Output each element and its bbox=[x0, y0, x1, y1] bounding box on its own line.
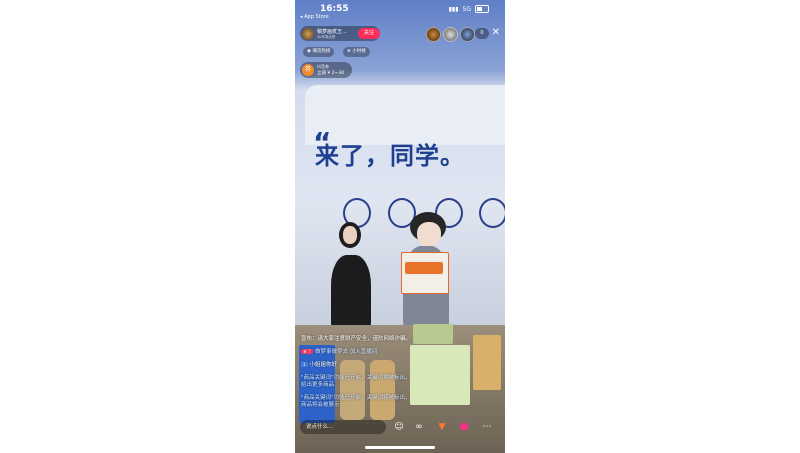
bottom-toolbar: 说点什么… ☺ ∞ ▼ ■ ⋯ bbox=[295, 418, 505, 436]
viewer-avatar[interactable] bbox=[443, 27, 458, 42]
gift-icon[interactable]: ■ bbox=[457, 420, 471, 434]
viewer-avatar[interactable] bbox=[460, 27, 475, 42]
status-bar: 16:55 ◂ App Store ▮▮▮ 5G bbox=[295, 0, 505, 22]
follow-button[interactable]: 关注 bbox=[358, 28, 380, 39]
chat-message: "商品关键词"功能已开启，关键词将被标出， bbox=[301, 375, 411, 381]
top-viewers[interactable] bbox=[426, 27, 475, 42]
close-icon[interactable]: ✕ bbox=[492, 27, 500, 38]
coupon-widget[interactable]: 券 抖音券 立减 ¥ 2~30 bbox=[300, 62, 352, 78]
cart-icon[interactable]: ▼ bbox=[435, 420, 449, 434]
user-badge: 1 bbox=[301, 362, 308, 367]
network-label: 5G bbox=[462, 5, 471, 13]
viewer-avatar[interactable] bbox=[426, 27, 441, 42]
live-stream-screen: “ 来了，同学。 16:55 ◂ App Store ▮▮▮ 5G 稿梦画贰王…… bbox=[295, 0, 505, 453]
host-info-bar[interactable]: 稿梦画贰王… 4k本场点赞 关注 bbox=[300, 26, 380, 41]
product-bag bbox=[410, 345, 470, 405]
emoji-icon[interactable]: ☺ bbox=[392, 420, 406, 434]
chat-message: 商品将会被展示 bbox=[301, 402, 340, 408]
coupon-amount: 立减 ¥ 2~30 bbox=[317, 71, 345, 76]
product-jar bbox=[370, 360, 395, 420]
product-jar bbox=[340, 360, 365, 420]
chat-message: 1 小姐姐你好 bbox=[301, 362, 338, 368]
clock: 16:55 bbox=[320, 4, 349, 14]
smiley-face-icon bbox=[479, 198, 505, 228]
chat-message: 给出更多商品 bbox=[301, 382, 335, 388]
signal-icon: ▮▮▮ bbox=[448, 5, 459, 13]
home-indicator[interactable] bbox=[365, 446, 435, 449]
host-likes: 4k本场点赞 bbox=[317, 34, 336, 39]
host-avatar[interactable] bbox=[302, 27, 314, 40]
host-person-left bbox=[331, 255, 371, 330]
coupon-icon: 券 bbox=[302, 64, 314, 76]
host-person-left-face bbox=[343, 226, 357, 244]
status-indicators: ▮▮▮ 5G bbox=[449, 5, 489, 13]
viewer-count[interactable]: 0 bbox=[475, 28, 489, 39]
trending-pill[interactable]: ◉ 潮流热榜 bbox=[303, 47, 335, 57]
chat-message: 宣布：请大家注意财产安全，谨防网络诈骗。 bbox=[301, 336, 412, 342]
back-to-app-link[interactable]: ◂ App Store bbox=[300, 14, 329, 20]
product-bag bbox=[473, 335, 501, 390]
comment-input[interactable]: 说点什么… bbox=[300, 420, 386, 434]
more-icon[interactable]: ⋯ bbox=[480, 420, 494, 434]
chat-message: 来了 做梦事做梦去 加入直播间 bbox=[301, 349, 378, 355]
product-pack bbox=[413, 324, 453, 344]
host-person-right-face bbox=[417, 222, 441, 246]
user-badge: 来了 bbox=[301, 349, 313, 354]
battery-icon bbox=[475, 5, 489, 13]
banner-slogan: 来了，同学。 bbox=[315, 142, 465, 170]
chat-message: "商品关键词"功能已开启，关键词将被标出， bbox=[301, 395, 411, 401]
hourly-rank-pill[interactable]: ⊕ 小时榜 bbox=[343, 47, 370, 57]
product-box-label bbox=[405, 262, 443, 274]
link-icon[interactable]: ∞ bbox=[412, 420, 426, 434]
